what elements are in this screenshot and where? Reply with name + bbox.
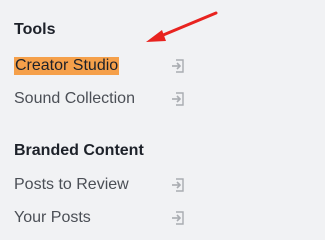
annotation-arrow-icon (146, 11, 218, 42)
sound-collection-label: Sound Collection (14, 90, 135, 107)
sidebar-item-your-posts[interactable]: Your Posts (14, 207, 214, 229)
open-external-icon[interactable] (170, 210, 186, 226)
branded-content-heading: Branded Content (14, 142, 144, 159)
open-external-icon[interactable] (170, 58, 186, 74)
sidebar-item-creator-studio[interactable]: Creator Studio (14, 55, 214, 77)
open-external-icon[interactable] (170, 91, 186, 107)
sidebar-item-posts-to-review[interactable]: Posts to Review (14, 174, 214, 196)
sidebar-item-sound-collection[interactable]: Sound Collection (14, 88, 214, 110)
creator-studio-label: Creator Studio (14, 57, 120, 75)
your-posts-label: Your Posts (14, 209, 91, 226)
posts-to-review-label: Posts to Review (14, 176, 129, 193)
open-external-icon[interactable] (170, 177, 186, 193)
tools-heading: Tools (14, 21, 56, 38)
